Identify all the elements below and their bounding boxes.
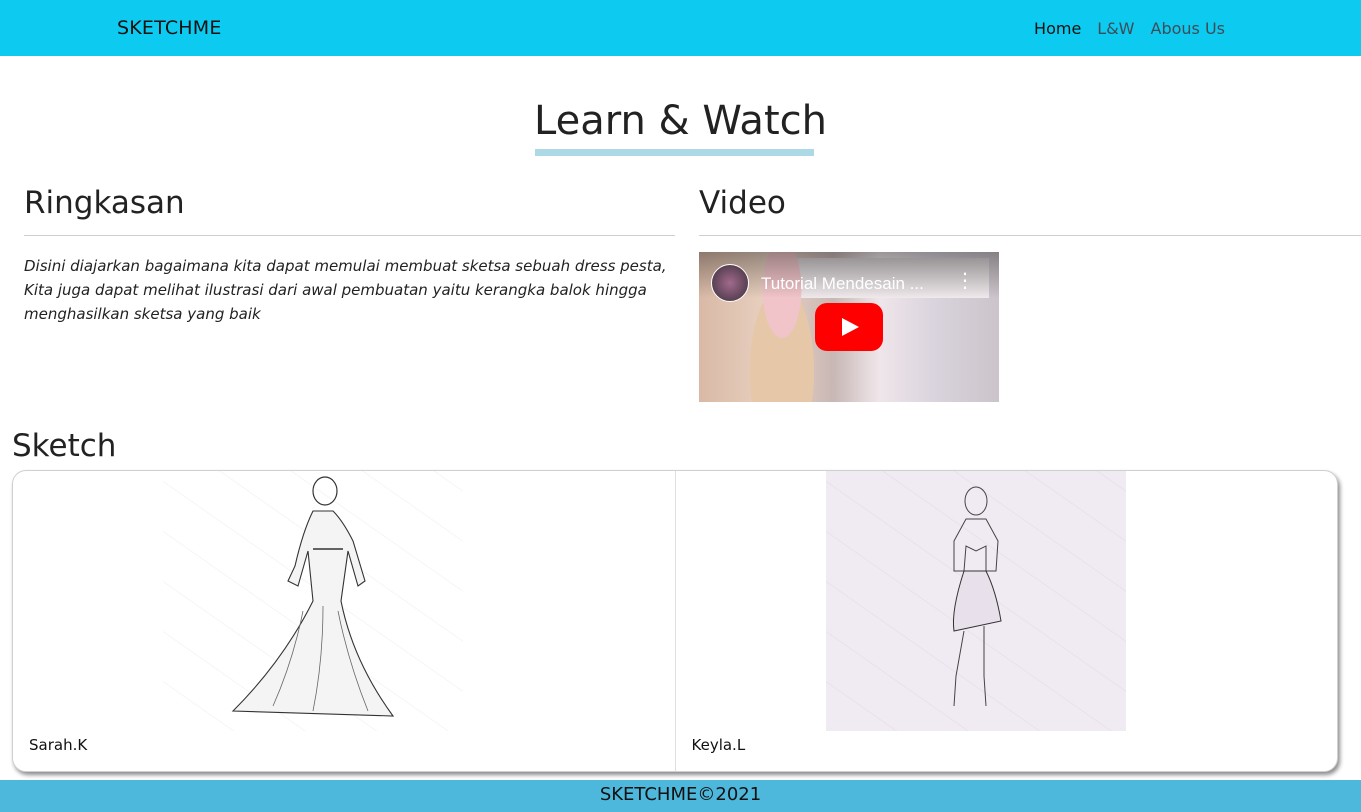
brand-logo[interactable]: SKETCHME [117,17,222,39]
page-title: Learn & Watch [534,98,827,144]
channel-avatar[interactable] [711,264,749,302]
dress-sketch-illustration [952,486,1002,707]
sketch-card: Keyla.L [674,471,1338,771]
nav-link-learn-watch[interactable]: L&W [1097,19,1134,38]
video-embed[interactable]: Tutorial Mendesain ... ⋮ [699,252,999,402]
sketch-caption: Sarah.K [29,736,88,754]
summary-text: Disini diajarkan bagaimana kita dapat me… [24,257,667,323]
sketch-card-group: Sarah.K Keyla.L [12,470,1338,772]
more-options-icon[interactable]: ⋮ [955,270,975,290]
sketch-image [163,471,463,731]
sketch-card: Sarah.K [13,471,675,771]
video-heading: Video [699,185,786,221]
nav-links: Home L&W Abous Us [1034,19,1225,38]
dress-sketch-illustration [231,476,395,717]
video-divider [699,235,1361,236]
navbar: SKETCHME Home L&W Abous Us [0,0,1361,56]
sketch-heading: Sketch [12,428,117,464]
play-button-icon[interactable] [815,303,883,351]
footer-text: SKETCHME©2021 [599,784,762,805]
summary-heading: Ringkasan [24,185,185,221]
summary-section: Ringkasan Disini diajarkan bagaimana kit… [24,184,675,326]
summary-divider [24,235,675,236]
video-section: Video Tutorial Mendesain ... ⋮ [699,184,1361,402]
title-underline [535,149,814,156]
nav-link-about-us[interactable]: Abous Us [1151,19,1226,38]
nav-link-home[interactable]: Home [1034,19,1081,38]
video-title[interactable]: Tutorial Mendesain ... [761,274,924,294]
sketch-caption: Keyla.L [691,736,746,754]
sketch-image [825,471,1126,731]
footer: SKETCHME©2021 [0,780,1361,812]
